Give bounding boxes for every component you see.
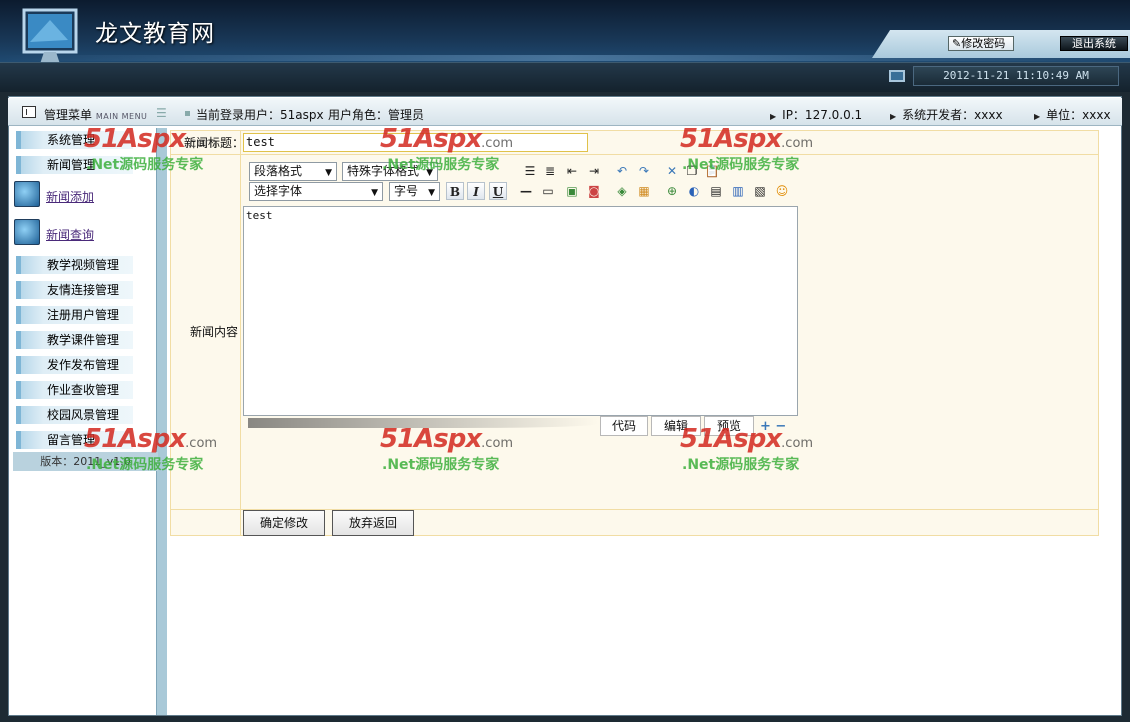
bold-button[interactable]: B bbox=[446, 182, 464, 200]
menu-lines-icon: ☰ bbox=[156, 106, 167, 120]
editor-shadow bbox=[248, 418, 598, 428]
change-password-button[interactable]: ✎修改密码 bbox=[948, 36, 1014, 51]
sidebar-item-scenery[interactable]: 校园风景管理 bbox=[16, 406, 133, 424]
list-ordered-icon[interactable]: ≣ bbox=[541, 162, 559, 180]
cancel-button[interactable]: 放弃返回 bbox=[332, 510, 414, 536]
sidebar-item-messages[interactable]: 留言管理 bbox=[16, 431, 133, 449]
cut-icon[interactable]: ✕ bbox=[663, 162, 681, 180]
developer-info: ▶ 系统开发者：xxxx bbox=[890, 108, 1003, 122]
gear-icon bbox=[14, 219, 40, 245]
color-icon[interactable]: ▦ bbox=[635, 182, 653, 200]
sidebar-item-links[interactable]: 友情连接管理 bbox=[16, 281, 133, 299]
editor-toolbar: 段落格式 ▼ 特殊字体格式 ▼ ☰ ≣ ⇤ ⇥ ↶ ↷ ✕ ❐ 📋 选择字体 ▼ 字号… bbox=[243, 158, 798, 206]
bullet-icon bbox=[185, 111, 190, 116]
chevron-down-icon: ▼ bbox=[325, 168, 332, 178]
user-role: 用户角色：管理员 bbox=[328, 108, 425, 122]
site-title: 龙文教育网 bbox=[95, 21, 215, 47]
calendar-icon[interactable]: ▧ bbox=[751, 182, 769, 200]
info-bar: 管理菜单 MAIN MENU ☰ 当前登录用户：51aspx 用户角色：管理员 … bbox=[8, 98, 1122, 126]
insert-link-icon[interactable]: ⊕ bbox=[663, 182, 681, 200]
special-font-select[interactable]: 特殊字体格式 ▼ bbox=[342, 162, 438, 181]
undo-icon[interactable]: ↶ bbox=[613, 162, 631, 180]
insert-table-icon[interactable]: ▭ bbox=[539, 182, 557, 200]
key-icon: ✎ bbox=[952, 37, 962, 50]
resize-editor-icon[interactable]: + − bbox=[760, 420, 796, 433]
content-editor[interactable]: test bbox=[243, 206, 798, 416]
tab-preview[interactable]: 预览 bbox=[704, 416, 754, 436]
chevron-down-icon: ▼ bbox=[428, 188, 435, 198]
table-divider bbox=[170, 154, 1099, 155]
unit-info: ▶ 单位：xxxx bbox=[1034, 108, 1111, 122]
page-icon[interactable]: ▥ bbox=[729, 182, 747, 200]
sidebar-item-news[interactable]: 新闻管理 bbox=[16, 156, 133, 174]
arrow-icon: ▶ bbox=[1034, 112, 1041, 121]
outdent-icon[interactable]: ⇤ bbox=[563, 162, 581, 180]
news-add-icon bbox=[14, 181, 40, 207]
paste-icon[interactable]: 📋 bbox=[703, 162, 721, 180]
horizontal-rule-icon[interactable]: — bbox=[517, 182, 535, 200]
version-label: 版本：2011_v1.0 bbox=[13, 452, 158, 471]
font-size-select[interactable]: 字号 ▼ bbox=[389, 182, 440, 201]
insert-media-icon[interactable]: ◙ bbox=[585, 182, 603, 200]
header-banner: 龙文教育网 ✎修改密码 退出系统 2012-11-21 11:10:49 AM bbox=[0, 0, 1130, 92]
document-icon[interactable]: ▤ bbox=[707, 182, 725, 200]
app-window: 龙文教育网 ✎修改密码 退出系统 2012-11-21 11:10:49 AM … bbox=[0, 0, 1130, 722]
copy-icon[interactable]: ❐ bbox=[683, 162, 701, 180]
title-label: 新闻标题： bbox=[184, 136, 245, 150]
sidebar-subitem-news-query[interactable]: 新闻查询 bbox=[14, 219, 154, 247]
emoticon-icon[interactable]: ☺ bbox=[773, 182, 791, 200]
datetime-display: 2012-11-21 11:10:49 AM bbox=[913, 66, 1119, 86]
list-unordered-icon[interactable]: ☰ bbox=[521, 162, 539, 180]
current-user: 当前登录用户：51aspx bbox=[196, 108, 324, 122]
insert-flash-icon[interactable]: ◈ bbox=[613, 182, 631, 200]
table-divider bbox=[240, 130, 241, 536]
sidebar-item-video[interactable]: 教学视频管理 bbox=[16, 256, 133, 274]
sidebar-item-courseware[interactable]: 教学课件管理 bbox=[16, 331, 133, 349]
chevron-down-icon: ▼ bbox=[426, 168, 433, 178]
italic-button[interactable]: I bbox=[467, 182, 485, 200]
underline-button[interactable]: U bbox=[489, 182, 507, 200]
arrow-icon: ▶ bbox=[890, 112, 897, 121]
monitor-small-icon bbox=[889, 70, 905, 82]
browser-icon[interactable]: ◐ bbox=[685, 182, 703, 200]
redo-icon[interactable]: ↷ bbox=[635, 162, 653, 180]
sidebar-item-system[interactable]: 系统管理 bbox=[16, 131, 133, 149]
logout-button[interactable]: 退出系统 bbox=[1060, 36, 1128, 51]
sidebar-divider[interactable] bbox=[156, 128, 167, 715]
sidebar-subitem-news-add[interactable]: 新闻添加 bbox=[14, 181, 154, 209]
insert-image-icon[interactable]: ▣ bbox=[563, 182, 581, 200]
ip-info: ▶ IP：127.0.0.1 bbox=[770, 108, 863, 122]
tab-edit[interactable]: 编辑 bbox=[651, 416, 701, 436]
content-label: 新闻内容 bbox=[190, 325, 239, 339]
font-family-select[interactable]: 选择字体 ▼ bbox=[249, 182, 383, 201]
tab-code[interactable]: 代码 bbox=[600, 416, 648, 436]
main-menu-icon bbox=[22, 106, 36, 118]
confirm-button[interactable]: 确定修改 bbox=[243, 510, 325, 536]
sidebar-item-publish[interactable]: 发作发布管理 bbox=[16, 356, 133, 374]
menu-label: 管理菜单 MAIN MENU bbox=[44, 108, 148, 122]
arrow-icon: ▶ bbox=[770, 112, 777, 121]
paragraph-format-select[interactable]: 段落格式 ▼ bbox=[249, 162, 337, 181]
chevron-down-icon: ▼ bbox=[371, 188, 378, 198]
sidebar-item-homework[interactable]: 作业查收管理 bbox=[16, 381, 133, 399]
sidebar-item-users[interactable]: 注册用户管理 bbox=[16, 306, 133, 324]
title-input[interactable]: test bbox=[243, 133, 588, 152]
indent-icon[interactable]: ⇥ bbox=[585, 162, 603, 180]
